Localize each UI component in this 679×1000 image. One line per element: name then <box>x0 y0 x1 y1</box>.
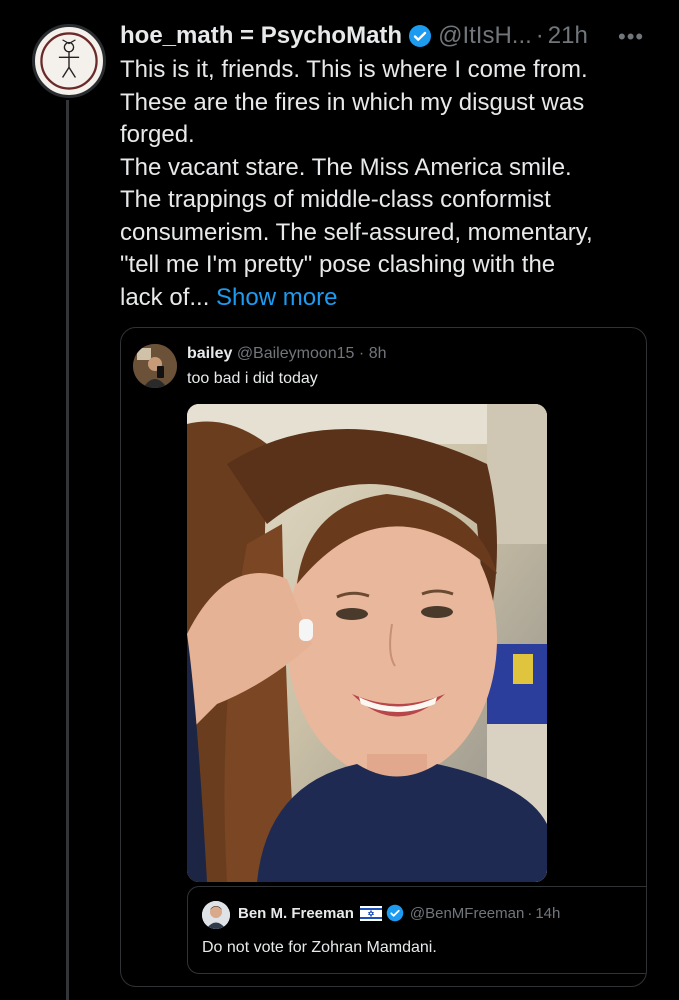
avatar[interactable] <box>202 901 230 929</box>
nested-handle[interactable]: @BenMFreeman <box>410 905 524 922</box>
nested-display-name[interactable]: Ben M. Freeman <box>238 905 354 922</box>
separator: · <box>535 22 544 49</box>
quote-header: bailey @Baileymoon15 · 8h <box>187 345 386 363</box>
nested-quote-card[interactable]: Ben M. Freeman @BenMFreeman · 14h Do not… <box>187 886 646 974</box>
nested-timestamp[interactable]: 14h <box>535 905 560 922</box>
quote-display-name[interactable]: bailey <box>187 345 232 362</box>
verified-badge-icon <box>386 904 404 922</box>
stick-figure-avatar-icon <box>40 32 98 90</box>
handle[interactable]: @ItIsH... <box>438 22 532 50</box>
selfie-photo[interactable] <box>187 404 547 882</box>
avatar[interactable] <box>32 24 106 98</box>
thread-line <box>66 100 69 1000</box>
quote-text: too bad i did today <box>187 370 318 387</box>
more-horizontal-icon[interactable]: ••• <box>618 24 644 50</box>
tweet-text: This is it, friends. This is where I com… <box>120 56 593 311</box>
tweet-body: This is it, friends. This is where I com… <box>120 54 640 314</box>
nested-quote-header: Ben M. Freeman @BenMFreeman · 14h <box>238 904 560 922</box>
quote-timestamp[interactable]: 8h <box>369 345 387 362</box>
separator: · <box>358 345 365 362</box>
verified-badge-icon <box>408 24 432 48</box>
separator: · <box>527 904 533 922</box>
display-name[interactable]: hoe_math = PsychoMath <box>120 22 402 50</box>
avatar[interactable] <box>133 344 177 388</box>
nested-quote-text: Do not vote for Zohran Mamdani. <box>202 939 437 956</box>
quote-handle[interactable]: @Baileymoon15 <box>237 345 355 362</box>
quote-tweet-card[interactable]: bailey @Baileymoon15 · 8h too bad i did … <box>120 327 647 987</box>
tweet-header: hoe_math = PsychoMath @ItIsH... · 21h <box>120 20 588 52</box>
israel-flag-icon <box>359 905 382 921</box>
show-more-link[interactable]: Show more <box>216 284 337 311</box>
timestamp[interactable]: 21h <box>548 22 588 50</box>
